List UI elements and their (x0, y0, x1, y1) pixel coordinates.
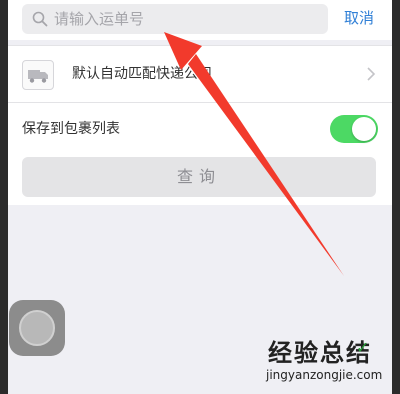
watermark-url: jingyanzongjie.com (266, 368, 383, 382)
assistive-touch-ring-icon (19, 310, 55, 346)
search-placeholder: 请输入运单号 (54, 10, 145, 28)
search-bar: 请输入运单号 取消 (8, 0, 392, 40)
carrier-label: 默认自动匹配快递公司 (72, 66, 212, 82)
tracking-number-search-input[interactable]: 请输入运单号 (22, 4, 328, 34)
check-icon: ✓ (356, 338, 370, 357)
save-to-package-list-row: 保存到包裹列表 (8, 103, 392, 153)
search-icon (32, 11, 48, 27)
chevron-right-icon (367, 67, 376, 81)
carrier-select-row[interactable]: 默认自动匹配快递公司 (8, 46, 392, 102)
device-bezel-left (0, 0, 8, 394)
query-button-label: 查询 (176, 167, 221, 186)
truck-icon (22, 60, 54, 90)
query-area: 查询 (8, 153, 392, 205)
toggle-knob (352, 117, 376, 141)
assistive-touch-button[interactable] (9, 300, 65, 356)
cancel-button[interactable]: 取消 (344, 9, 374, 27)
query-button[interactable]: 查询 (22, 157, 376, 197)
save-to-package-list-toggle[interactable] (330, 115, 378, 143)
save-to-package-list-label: 保存到包裹列表 (22, 121, 120, 137)
app-screen: 请输入运单号 取消 默认自动匹配快递公司 保存到包裹列表 查询 (8, 0, 392, 394)
device-bezel-right (392, 0, 400, 394)
